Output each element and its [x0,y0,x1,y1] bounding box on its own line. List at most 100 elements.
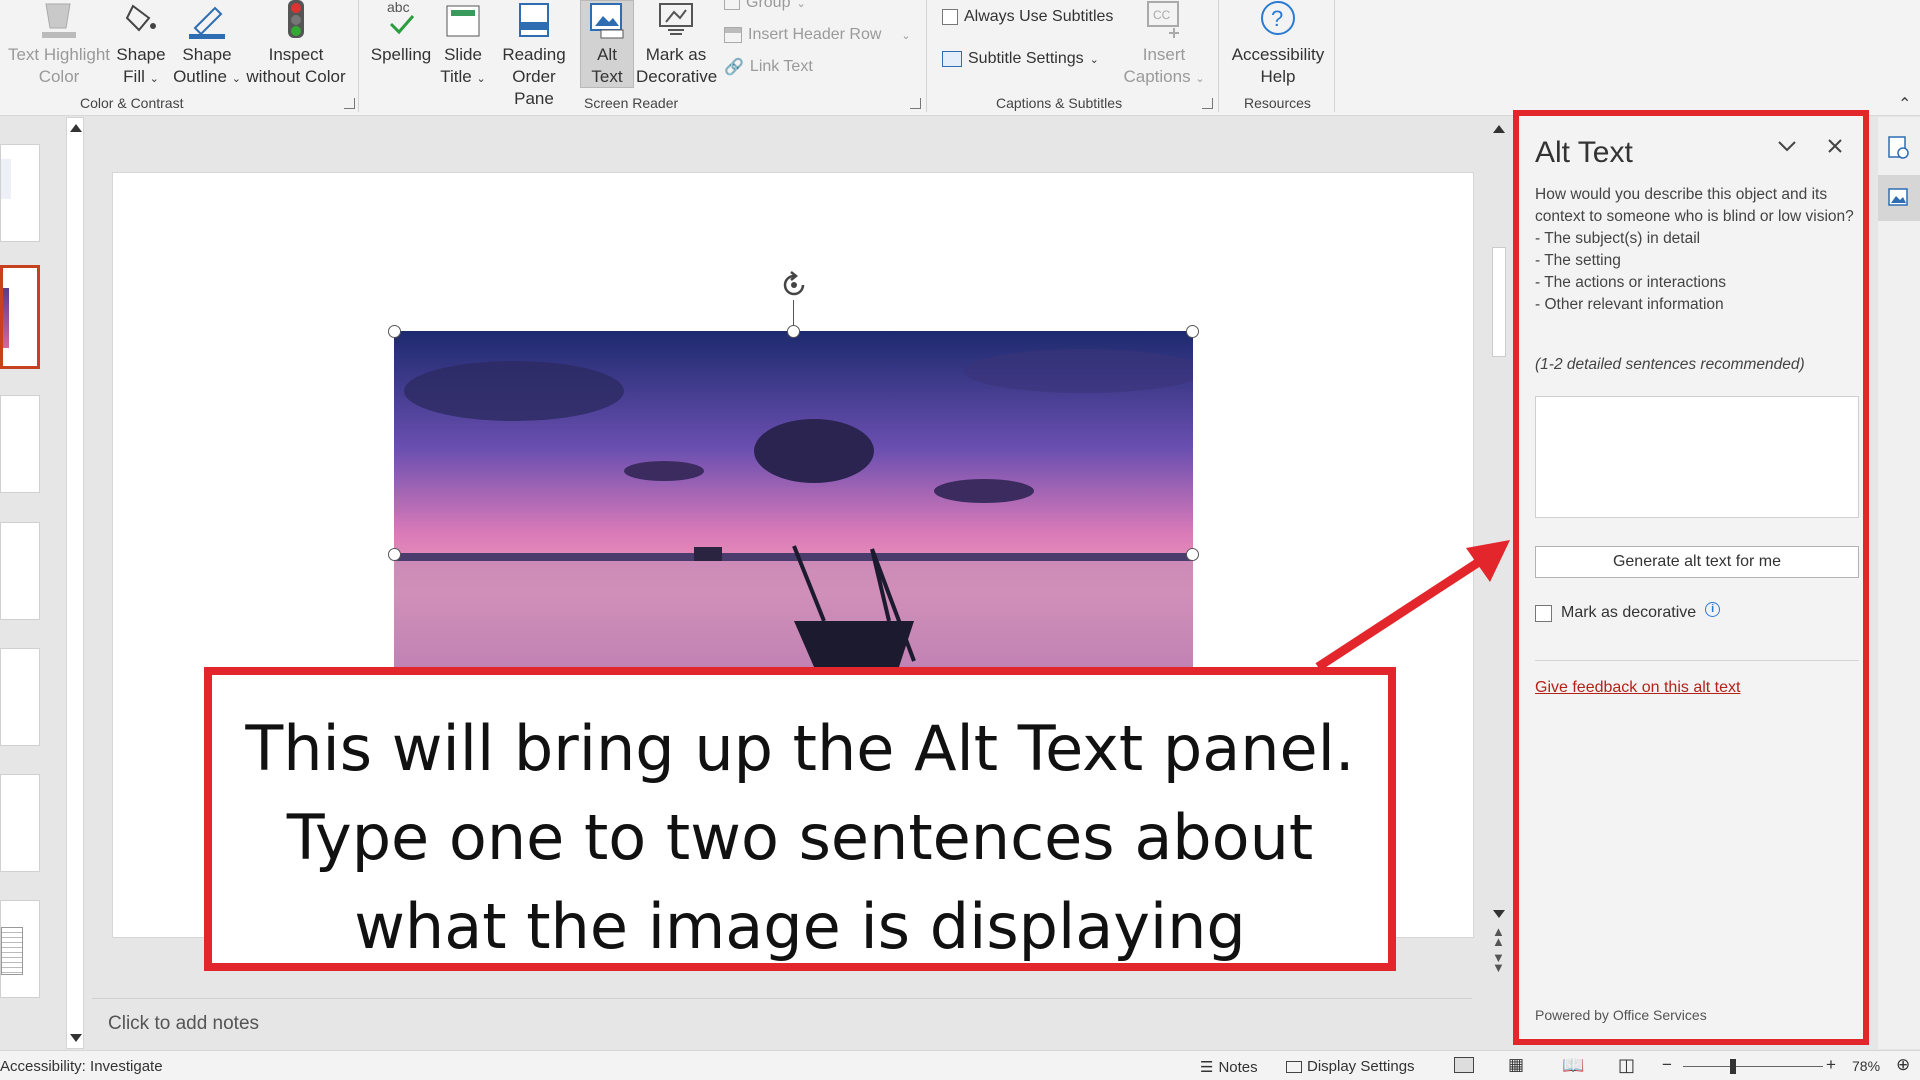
accessibility-help-label-1: Accessibility [1231,45,1325,64]
callout-line: what the image is displaying [354,890,1246,963]
shape-fill-button[interactable]: Shape Fill ⌄ [114,0,168,90]
resize-handle-top-center[interactable] [787,325,800,338]
alt-text-pane-controls [1777,138,1843,154]
text-highlight-color-button[interactable]: Text Highlight Color [6,0,112,88]
resize-handle-middle-right[interactable] [1186,548,1199,561]
slide-thumbnail[interactable] [0,648,40,746]
link-text-button[interactable]: 🔗 Link Text [724,57,813,77]
rail-alt-text[interactable] [1878,175,1920,221]
always-use-subtitles-box[interactable] [942,9,958,25]
feedback-link[interactable]: Give feedback on this alt text [1535,679,1740,697]
always-use-subtitles-checkbox[interactable]: Always Use Subtitles [942,8,1113,26]
slide-thumbnail[interactable] [0,774,40,872]
slide-title-label-1: Slide [444,45,482,64]
next-slide-icon[interactable]: ▼ ▼ [1492,951,1505,974]
traffic-light-icon [288,0,304,38]
mark-as-decorative-button[interactable]: Mark as Decorative [636,0,717,88]
table-header-icon [724,27,742,43]
accessibility-status[interactable]: Accessibility: Investigate [0,1058,163,1075]
mark-as-decorative-label-1: Mark as [645,45,707,64]
generate-alt-text-button[interactable]: Generate alt text for me [1535,546,1859,578]
photo-cloud [934,479,1034,503]
spelling-button[interactable]: abc Spelling [368,0,434,66]
alt-text-input[interactable] [1535,396,1859,518]
previous-slide-icon[interactable]: ▲ ▲ [1492,925,1505,948]
slide-thumbnail-selected[interactable] [0,265,40,369]
chevron-down-icon: ⌄ [1089,53,1099,66]
thumbnail-scrollbar[interactable] [66,117,84,1049]
sunset-boat-photo[interactable] [394,331,1193,667]
collapse-ribbon-icon[interactable]: ⌃ [1898,94,1911,114]
decorative-icon [659,3,693,35]
chevron-down-icon[interactable] [1777,139,1797,153]
color-contrast-launcher[interactable] [344,98,355,109]
scroll-up-arrow[interactable] [1493,125,1505,133]
alt-text-image-icon [1888,188,1908,206]
slide-thumbnail[interactable] [0,144,40,242]
display-settings-button[interactable]: Display Settings [1286,1058,1415,1075]
normal-view-icon[interactable] [1454,1057,1474,1073]
resize-handle-top-right[interactable] [1186,325,1199,338]
chevron-down-icon: ⌄ [231,73,241,85]
inspect-without-color-button[interactable]: Inspect without Color [244,0,348,88]
zoom-slider-thumb[interactable] [1730,1059,1736,1074]
subtitle-settings-label: Subtitle Settings [968,50,1084,67]
insert-header-row-button[interactable]: Insert Header Row ⌄ [724,26,911,44]
reading-view-icon[interactable]: 📖 [1562,1055,1584,1076]
thumb-doc-icon [1,927,23,975]
subtitle-settings-button[interactable]: Subtitle Settings ⌄ [942,50,1099,68]
ribbon-separator [1334,0,1335,112]
inspect-without-color-label-2: without Color [246,67,346,86]
reading-order-pane-button[interactable]: Reading Order Pane [492,0,576,110]
close-icon[interactable] [1827,138,1843,154]
alt-text-button[interactable]: Alt Text [580,0,634,88]
photo-cloud [964,349,1193,393]
info-icon[interactable]: i [1705,601,1721,617]
alt-text-pane: Alt Text How would you describe this obj… [1513,110,1869,1045]
ribbon-separator [926,0,927,112]
mark-as-decorative-checkbox[interactable] [1535,604,1552,622]
insert-captions-button[interactable]: CC Insert Captions ⌄ [1122,0,1206,90]
rotate-handle-icon[interactable] [779,270,809,300]
task-pane-rail [1878,117,1920,1049]
resize-handle-top-left[interactable] [388,325,401,338]
zoom-out-icon[interactable]: − [1662,1055,1672,1075]
tutorial-callout-box: This will bring up the Alt Text panel. T… [204,667,1396,971]
notes-toggle[interactable]: ☰ Notes [1200,1058,1258,1077]
mark-as-decorative-option[interactable]: Mark as decorative i [1535,601,1721,622]
slide-thumbnail[interactable] [0,900,40,998]
slideshow-icon[interactable]: ◫ [1618,1055,1635,1076]
accessibility-help-button[interactable]: ? Accessibility Help [1228,0,1328,88]
status-bar: Accessibility: Investigate ☰ Notes Displ… [0,1050,1920,1080]
shape-outline-button[interactable]: Shape Outline ⌄ [172,0,242,90]
scroll-down-arrow[interactable] [70,1034,82,1042]
svg-text:abc: abc [387,0,410,15]
link-text-label: Link Text [749,58,813,75]
group-button[interactable]: Group ⌄ [724,0,806,12]
rail-accessibility[interactable] [1878,125,1920,171]
ribbon-separator [1218,0,1219,112]
resize-handle-middle-left[interactable] [388,548,401,561]
group-icon [724,0,740,10]
notes-pane[interactable]: Click to add notes [92,998,1472,1050]
zoom-level[interactable]: 78% [1852,1058,1880,1074]
slide-sorter-icon[interactable]: ▦ [1508,1056,1524,1073]
scroll-thumb[interactable] [1492,247,1506,357]
slide-thumbnail[interactable] [0,522,40,620]
screen-reader-launcher[interactable] [910,98,921,109]
slide-thumbnail-pane [0,117,92,1049]
callout-line: Type one to two sentences about [286,801,1314,874]
fit-to-window-icon[interactable]: ⊕ [1896,1055,1910,1075]
zoom-in-icon[interactable]: + [1826,1055,1836,1075]
slide-title-button[interactable]: Slide Title ⌄ [438,0,488,90]
captions-launcher[interactable] [1202,98,1213,109]
slide-scrollbar[interactable]: ▲ ▲ ▼ ▼ [1490,117,1510,997]
photo-boat [794,621,914,667]
scroll-down-arrow[interactable] [1493,910,1505,918]
slide-thumbnail[interactable] [0,395,40,493]
scroll-up-arrow[interactable] [70,124,82,132]
zoom-slider-track[interactable] [1683,1066,1823,1067]
callout-line: This will bring up the Alt Text panel. [245,712,1355,785]
thumb-photo [3,288,9,348]
accessibility-help-label-2: Help [1260,67,1296,86]
